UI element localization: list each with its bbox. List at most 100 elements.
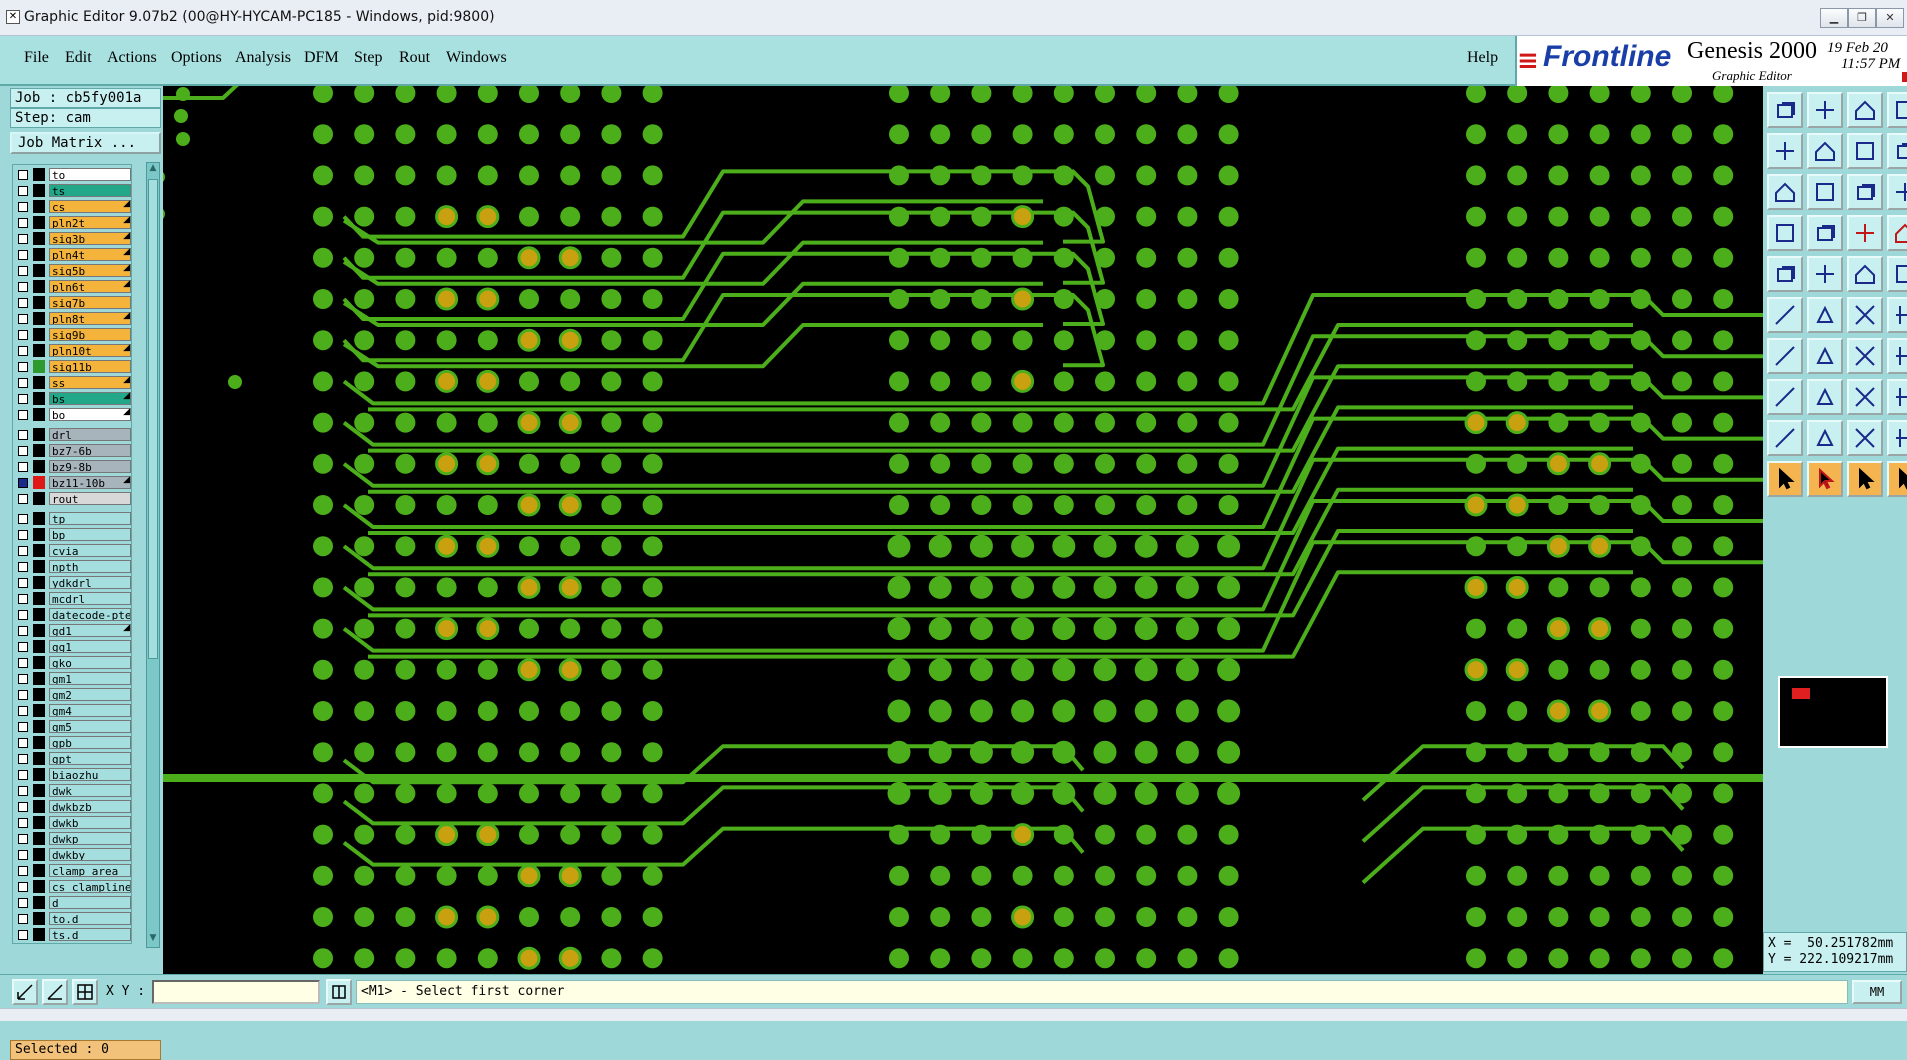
polygon-select-button[interactable] (1767, 379, 1803, 415)
layer-name[interactable]: sig9b (49, 328, 131, 341)
layer-checkbox[interactable] (18, 202, 28, 212)
layer-row-pln6t[interactable]: pln6t ◢ (13, 279, 131, 294)
grid-button[interactable] (1807, 215, 1843, 251)
layer-name[interactable]: dwkb (49, 816, 131, 829)
layer-row-npth[interactable]: npth (13, 559, 131, 574)
layer-name[interactable]: cs (49, 200, 131, 213)
layer-name[interactable]: pln4t (49, 248, 131, 261)
layer-name[interactable]: clamp_area (49, 864, 131, 877)
layer-name[interactable]: to (49, 168, 131, 181)
layer-row-bs[interactable]: bs ◢ (13, 391, 131, 406)
layer-color-swatch[interactable] (33, 184, 45, 197)
scroll-down-icon[interactable]: ▼ (147, 933, 159, 947)
layer-row-to.d[interactable]: to.d (13, 911, 131, 926)
layer-checkbox[interactable] (18, 594, 28, 604)
layer-row-gm5[interactable]: gm5 (13, 719, 131, 734)
menu-windows[interactable]: Windows (446, 49, 507, 67)
layer-row-sig3b[interactable]: sig3b ◢ (13, 231, 131, 246)
layer-row-gd1[interactable]: gd1 ◢ (13, 623, 131, 638)
layer-name[interactable]: gko (49, 656, 131, 669)
layer-color-swatch[interactable] (33, 720, 45, 733)
layer-row-datecode-pte[interactable]: datecode-pte (13, 607, 131, 622)
layer-name[interactable]: sig7b (49, 296, 131, 309)
layer-color-swatch[interactable] (33, 200, 45, 213)
layer-name[interactable]: datecode-pte (49, 608, 131, 621)
layer-name[interactable]: gm5 (49, 720, 131, 733)
layer-row-sig11b[interactable]: sig11b (13, 359, 131, 374)
line-add-button[interactable] (1807, 256, 1843, 292)
triangle-shape-button[interactable] (1847, 420, 1883, 456)
layer-checkbox[interactable] (18, 514, 28, 524)
select-pointer-button[interactable] (1767, 461, 1803, 497)
layer-checkbox[interactable] (18, 930, 28, 940)
layer-row-bz7-6b[interactable]: bz7-6b (13, 443, 131, 458)
layer-name[interactable]: npth (49, 560, 131, 573)
layer-checkbox[interactable] (18, 610, 28, 620)
layer-color-swatch[interactable] (33, 248, 45, 261)
layer-row-gm1[interactable]: gm1 (13, 671, 131, 686)
scroll-up-icon[interactable]: ▲ (147, 163, 159, 177)
layer-name[interactable]: gm4 (49, 704, 131, 717)
layer-color-swatch[interactable] (33, 832, 45, 845)
menu-step[interactable]: Step (354, 49, 382, 67)
layer-checkbox[interactable] (18, 914, 28, 924)
layer-name[interactable]: d (49, 896, 131, 909)
layer-name[interactable]: pln2t (49, 216, 131, 229)
pad-add-button[interactable] (1767, 256, 1803, 292)
layer-checkbox[interactable] (18, 882, 28, 892)
layer-row-cs[interactable]: cs ◢ (13, 199, 131, 214)
layer-row-ydkdrl[interactable]: ydkdrl (13, 575, 131, 590)
layer-checkbox[interactable] (18, 546, 28, 556)
layer-color-swatch[interactable] (33, 688, 45, 701)
layer-checkbox[interactable] (18, 314, 28, 324)
layer-checkbox[interactable] (18, 266, 28, 276)
scroll-thumb[interactable] (148, 179, 158, 659)
layer-name[interactable]: ydkdrl (49, 576, 131, 589)
layer-checkbox[interactable] (18, 802, 28, 812)
layer-checkbox[interactable] (18, 850, 28, 860)
minimize-button[interactable]: ▁ (1820, 8, 1848, 28)
triangle-fill-button[interactable] (1887, 420, 1907, 456)
layer-color-swatch[interactable] (33, 704, 45, 717)
menu-dfm[interactable]: DFM (304, 49, 339, 67)
layer-name[interactable]: gpt (49, 752, 131, 765)
layer-checkbox[interactable] (18, 562, 28, 572)
zoom-back-button[interactable] (1807, 92, 1843, 128)
layer-name[interactable]: pln8t (49, 312, 131, 325)
layer-color-swatch[interactable] (33, 360, 45, 373)
layer-checkbox[interactable] (18, 462, 28, 472)
scale-1-2-button[interactable] (1847, 174, 1883, 210)
layer-row-bp[interactable]: bp (13, 527, 131, 542)
layer-checkbox[interactable] (18, 346, 28, 356)
layer-color-swatch[interactable] (33, 576, 45, 589)
menu-file[interactable]: File (24, 49, 49, 67)
layer-row-tp[interactable]: tp (13, 511, 131, 526)
layer-color-swatch[interactable] (33, 512, 45, 525)
layer-name[interactable]: sig11b (49, 360, 131, 373)
menu-actions[interactable]: Actions (107, 49, 157, 67)
graphic-canvas[interactable] (163, 86, 1763, 974)
layer-row-sig7b[interactable]: sig7b (13, 295, 131, 310)
zoom-home-button[interactable] (1767, 92, 1803, 128)
layer-color-swatch[interactable] (33, 328, 45, 341)
layer-color-swatch[interactable] (33, 752, 45, 765)
layer-color-swatch[interactable] (33, 528, 45, 541)
layer-color-swatch[interactable] (33, 816, 45, 829)
layer-checkbox[interactable] (18, 626, 28, 636)
layer-row-biaozhu[interactable]: biaozhu (13, 767, 131, 782)
layer-name[interactable]: gm1 (49, 672, 131, 685)
layer-color-swatch[interactable] (33, 460, 45, 473)
fit-all-button[interactable] (1767, 174, 1803, 210)
layer-row-dwkb[interactable]: dwkb (13, 815, 131, 830)
layer-toggle-button[interactable] (1887, 215, 1907, 251)
layer-checkbox[interactable] (18, 738, 28, 748)
layer-row-gm2[interactable]: gm2 (13, 687, 131, 702)
snap-mode-button[interactable] (12, 979, 38, 1005)
connectivity-button[interactable] (1847, 215, 1883, 251)
layer-color-swatch[interactable] (33, 736, 45, 749)
layer-name[interactable]: mcdrl (49, 592, 131, 605)
layer-row-gg1[interactable]: gg1 (13, 639, 131, 654)
layer-name[interactable]: dwkp (49, 832, 131, 845)
layer-name[interactable]: gpb (49, 736, 131, 749)
triangle-alt-button[interactable] (1807, 420, 1843, 456)
